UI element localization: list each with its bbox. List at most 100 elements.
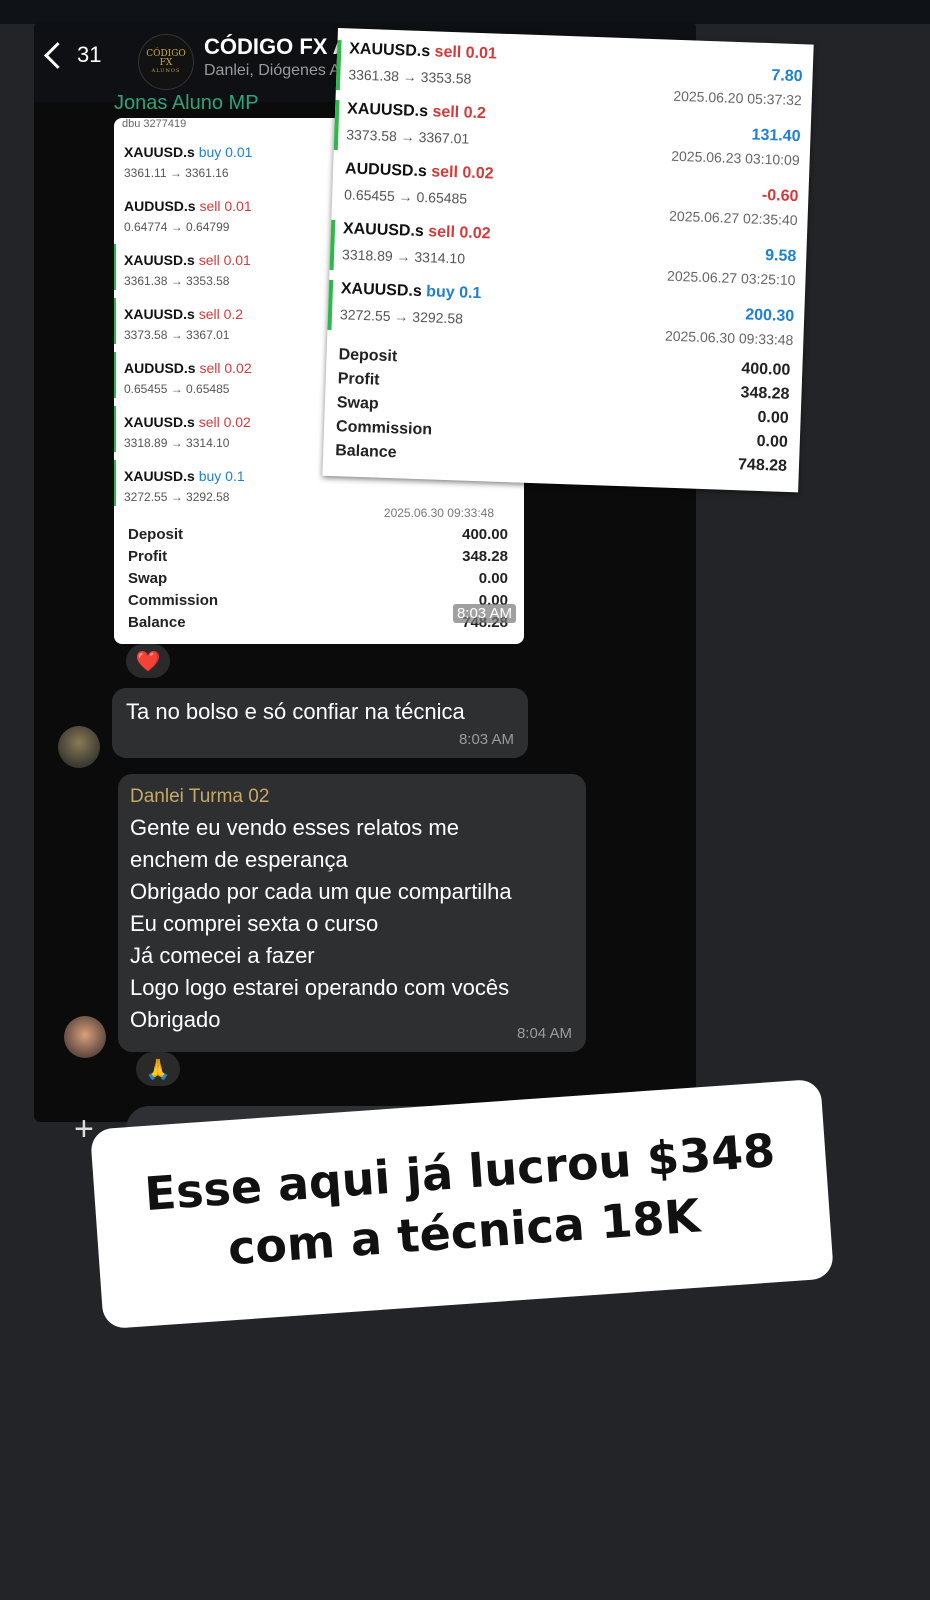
- trade-lot: 0.02: [224, 360, 252, 376]
- summary-label: Deposit: [338, 346, 398, 366]
- avatar[interactable]: [64, 1016, 106, 1058]
- summary-value: 400.00: [741, 360, 791, 379]
- trade-side: sell: [198, 306, 220, 322]
- trade-profit: 9.58: [764, 247, 797, 266]
- trade-prices: 0.65455 → 0.65485: [343, 186, 468, 207]
- summary-label: Commission: [128, 592, 219, 609]
- summary-label: Swap: [336, 394, 379, 413]
- heart-icon: ❤️: [135, 650, 161, 673]
- profit-bar: [114, 460, 116, 506]
- message-line: Obrigado por cada um que compartilha: [130, 879, 512, 904]
- message-time: 8:03 AM: [458, 731, 514, 748]
- summary-value: 748.28: [737, 456, 788, 475]
- symbol-name: XAUUSD.s: [342, 220, 425, 241]
- trade-lot: 0.2: [463, 104, 487, 123]
- profit-bar: [333, 99, 340, 151]
- trade-lot: 0.01: [224, 198, 252, 214]
- trade-prices: 3272.55 → 3292.58: [124, 490, 230, 504]
- symbol-name: XAUUSD.s: [124, 252, 195, 268]
- message-bubble[interactable]: Danlei Turma 02 Gente eu vendo esses rel…: [118, 774, 586, 1052]
- trade-datetime: 2025.06.27 03:25:10: [666, 267, 796, 289]
- status-strip: [0, 0, 930, 24]
- message-line: Já comecei a fazer: [130, 943, 315, 968]
- trade-datetime: 2025.06.20 05:37:32: [673, 87, 803, 109]
- summary-label: Profit: [337, 370, 380, 389]
- trade-symbol: AUDUSD.s sell 0.02: [124, 360, 252, 376]
- plus-icon[interactable]: +: [74, 1110, 94, 1149]
- trade-prices: 3318.89 → 3314.10: [341, 246, 466, 267]
- trade-symbol: XAUUSD.s buy 0.01: [124, 144, 252, 160]
- trade-lot: 0.01: [225, 144, 253, 160]
- trade-lot: 0.02: [459, 224, 491, 243]
- unread-count: 31: [77, 42, 102, 67]
- pray-reaction[interactable]: 🙏: [136, 1052, 180, 1086]
- trade-symbol: XAUUSD.s sell 0.02: [343, 220, 491, 243]
- symbol-name: XAUUSD.s: [124, 306, 195, 322]
- summary-label: Balance: [128, 614, 186, 631]
- trade-symbol: XAUUSD.s sell 0.02: [124, 414, 251, 430]
- trade-side: buy: [198, 468, 222, 484]
- trade-side: buy: [425, 283, 455, 302]
- trade-side: sell: [199, 360, 221, 376]
- trade-profit: 7.80: [771, 67, 803, 86]
- avatar-text-3: ALUNOS: [151, 67, 181, 74]
- trade-side: sell: [428, 223, 456, 242]
- summary-value: 348.28: [462, 548, 508, 565]
- heart-reaction[interactable]: ❤️: [126, 644, 170, 678]
- summary-value: 0.00: [756, 432, 789, 451]
- message-sender-name: Jonas Aluno MP: [114, 92, 259, 114]
- profit-bar: [335, 39, 342, 91]
- trade-side: sell: [432, 103, 460, 122]
- message-text: Ta no bolso e só confiar na técnica: [126, 699, 465, 724]
- message-line: Eu comprei sexta o curso: [130, 911, 379, 936]
- avatar[interactable]: [58, 726, 100, 768]
- trade-lot: 0.02: [462, 164, 494, 183]
- trade-prices: 3373.58 → 3367.01: [346, 126, 470, 147]
- trade-lot: 0.01: [223, 252, 251, 268]
- profit-bar: [114, 352, 116, 398]
- trade-side: sell: [430, 163, 459, 182]
- trade-datetime: 2025.06.30 09:33:48: [383, 506, 494, 520]
- pray-icon: 🙏: [145, 1058, 171, 1081]
- trade-lot: 0.01: [465, 44, 498, 63]
- trade-side: sell: [198, 414, 220, 430]
- message-bubble[interactable]: Ta no bolso e só confiar na técnica 8:03…: [112, 688, 528, 758]
- message-sender-name: Danlei Turma 02: [130, 786, 270, 807]
- message-line: Obrigado: [130, 1007, 221, 1032]
- trade-symbol: XAUUSD.s sell 0.01: [124, 252, 251, 268]
- symbol-name: XAUUSD.s: [348, 40, 431, 61]
- summary-row: Balance748.28: [128, 614, 508, 631]
- trade-symbol: XAUUSD.s buy 0.1: [341, 280, 482, 303]
- profit-bar: [327, 279, 334, 330]
- group-avatar[interactable]: CÓDIGO FX ALUNOS: [138, 34, 194, 90]
- message-time: 8:04 AM: [516, 1025, 572, 1042]
- trade-prices: 3272.55 → 3292.58: [339, 306, 464, 327]
- profit-bar: [329, 219, 336, 270]
- trade-prices: 3373.58 → 3367.01: [124, 328, 230, 342]
- profit-bar: [114, 298, 116, 344]
- summary-row: Deposit 400.00: [128, 526, 508, 543]
- trade-prices: 3361.38 → 3353.58: [348, 66, 472, 87]
- summary-value: 0.00: [478, 570, 508, 587]
- message-line: Gente eu vendo esses relatos me: [130, 815, 459, 840]
- trade-symbol: XAUUSD.s sell 0.01: [349, 40, 497, 63]
- summary-label: Swap: [128, 570, 168, 587]
- trade-lot: 0.1: [225, 468, 245, 484]
- back-button[interactable]: 31: [44, 41, 102, 69]
- profit-bar: [114, 244, 116, 290]
- trade-prices: 0.64774 → 0.64799: [124, 220, 230, 234]
- summary-label: Balance: [334, 442, 397, 462]
- summary-label: Deposit: [128, 526, 184, 543]
- trade-lot: 0.02: [223, 414, 251, 430]
- summary-row: Commission 0.00: [128, 592, 508, 609]
- symbol-name: AUDUSD.s: [124, 198, 196, 214]
- symbol-name: AUDUSD.s: [344, 160, 428, 181]
- trade-prices: 3361.38 → 3353.58: [124, 274, 230, 288]
- trade-datetime: 2025.06.23 03:10:09: [670, 147, 800, 169]
- summary-label: Profit: [128, 548, 168, 565]
- message-line: enchem de esperança: [130, 847, 348, 872]
- summary-value: 348.28: [740, 384, 790, 403]
- trade-side: buy: [198, 144, 222, 160]
- message-line: Logo logo estarei operando com vocês: [130, 975, 510, 1000]
- statement-header-partial: dbu 3277419: [122, 118, 187, 130]
